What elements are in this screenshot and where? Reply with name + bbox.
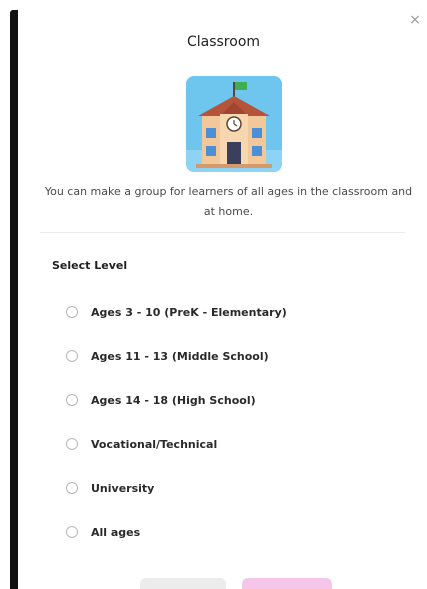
dialog-title: Classroom xyxy=(186,34,261,50)
next-button[interactable] xyxy=(242,578,332,589)
radio-button[interactable] xyxy=(66,306,78,318)
level-options: Ages 3 - 10 (PreK - Elementary) Ages 11 … xyxy=(66,290,386,554)
level-option-label: Vocational/Technical xyxy=(91,437,218,451)
level-option-label: All ages xyxy=(91,525,141,539)
level-option-label: Ages 14 - 18 (High School) xyxy=(91,393,256,407)
dialog-description: You can make a group for learners of all… xyxy=(44,185,413,218)
school-building-icon xyxy=(186,76,282,172)
select-level-label: Select Level xyxy=(52,259,128,272)
level-option-vocational[interactable]: Vocational/Technical xyxy=(66,422,386,466)
divider xyxy=(40,232,405,233)
level-option-label: Ages 11 - 13 (Middle School) xyxy=(91,349,269,363)
level-option-ages-3-10[interactable]: Ages 3 - 10 (PreK - Elementary) xyxy=(66,290,386,334)
level-option-ages-14-18[interactable]: Ages 14 - 18 (High School) xyxy=(66,378,386,422)
classroom-dialog: × Classroom You can make a group for lea… xyxy=(0,0,427,589)
level-option-label: Ages 3 - 10 (PreK - Elementary) xyxy=(91,305,287,319)
radio-button[interactable] xyxy=(66,394,78,406)
close-icon[interactable]: × xyxy=(407,12,423,28)
radio-button[interactable] xyxy=(66,526,78,538)
radio-button[interactable] xyxy=(66,438,78,450)
level-option-university[interactable]: University xyxy=(66,466,386,510)
cancel-button[interactable] xyxy=(140,578,226,589)
level-option-ages-11-13[interactable]: Ages 11 - 13 (Middle School) xyxy=(66,334,386,378)
modal-left-edge xyxy=(10,10,18,589)
level-option-all-ages[interactable]: All ages xyxy=(66,510,386,554)
level-option-label: University xyxy=(91,481,155,495)
radio-button[interactable] xyxy=(66,482,78,494)
radio-button[interactable] xyxy=(66,350,78,362)
